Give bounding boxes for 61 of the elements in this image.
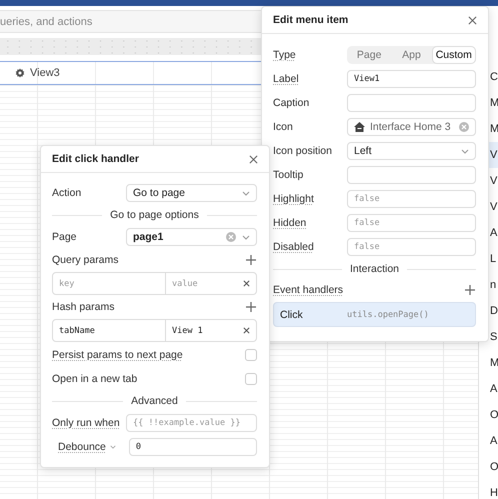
icon-picker-field[interactable]: Interface Home 3 <box>347 118 476 136</box>
field-label: Hidden <box>273 217 308 229</box>
section-heading: Interaction <box>342 263 408 275</box>
segment-tab[interactable]: Custom <box>432 47 475 63</box>
select-field[interactable]: Go to page <box>126 184 257 202</box>
inspector-item[interactable]: A <box>479 376 498 402</box>
inspector-item[interactable]: O <box>479 402 498 428</box>
action-code: utils.openPage() <box>347 310 429 320</box>
chevron-down-icon <box>242 234 250 240</box>
house-icon <box>354 122 365 132</box>
dropdown-label[interactable]: Debounce <box>52 441 106 453</box>
select-field[interactable]: Left <box>347 142 476 160</box>
select-field[interactable]: page1 <box>126 228 257 246</box>
close-icon[interactable] <box>468 16 477 24</box>
inspector-item[interactable]: M <box>479 350 498 376</box>
input-field[interactable]: tabName <box>53 320 165 341</box>
chevron-down-icon <box>110 445 116 449</box>
field-label: Icon <box>273 121 294 133</box>
input-field[interactable] <box>347 166 476 184</box>
section-heading: Advanced <box>123 395 186 407</box>
close-icon[interactable] <box>249 154 258 164</box>
section-heading: Go to page options <box>102 209 207 221</box>
add-icon[interactable] <box>246 255 256 265</box>
field-label: Action <box>52 187 82 199</box>
field-label: Event handlers <box>273 284 344 296</box>
segment-tab[interactable]: App <box>390 47 433 63</box>
field-label: Disabled <box>273 241 315 253</box>
remove-icon[interactable] <box>243 327 250 334</box>
add-icon[interactable] <box>465 285 475 295</box>
gear-icon <box>15 68 25 78</box>
input-field[interactable]: View1 <box>347 70 476 88</box>
checkbox[interactable] <box>245 373 257 385</box>
field-label: Tooltip <box>273 169 304 181</box>
popover-title: Edit click handler <box>52 153 139 165</box>
inspector-item[interactable]: H <box>479 480 498 499</box>
chevron-down-icon <box>461 148 469 154</box>
remove-icon[interactable] <box>243 280 250 287</box>
inspector-item[interactable]: A <box>479 428 498 454</box>
input-field[interactable]: 0 <box>128 438 257 456</box>
field-label: Page <box>52 231 78 243</box>
chevron-down-icon <box>242 190 250 196</box>
field-label: Open in a new tab <box>52 373 138 385</box>
field-label: Only run when <box>52 417 121 429</box>
popover-title: Edit menu item <box>273 14 348 26</box>
field-label: Type <box>273 49 297 61</box>
inspector-item[interactable]: O <box>479 454 498 480</box>
input-field[interactable]: View 1 <box>165 320 256 341</box>
checkbox[interactable] <box>245 349 257 361</box>
field-label: Icon position <box>273 145 333 157</box>
event-handler-row[interactable]: Click utils.openPage() <box>273 302 476 327</box>
component-label: View3 <box>30 67 60 79</box>
input-field[interactable] <box>347 94 476 112</box>
field-label: Highlight <box>273 193 315 205</box>
field-label: Query params <box>52 254 120 266</box>
field-label: Persist params to next page <box>52 349 183 361</box>
field-label: Caption <box>273 97 310 109</box>
add-icon[interactable] <box>246 302 256 312</box>
field-label: Label <box>273 73 300 85</box>
segment-tab[interactable]: Page <box>348 47 390 63</box>
event-name: Click <box>280 308 304 320</box>
field-label: Hash params <box>52 301 116 313</box>
